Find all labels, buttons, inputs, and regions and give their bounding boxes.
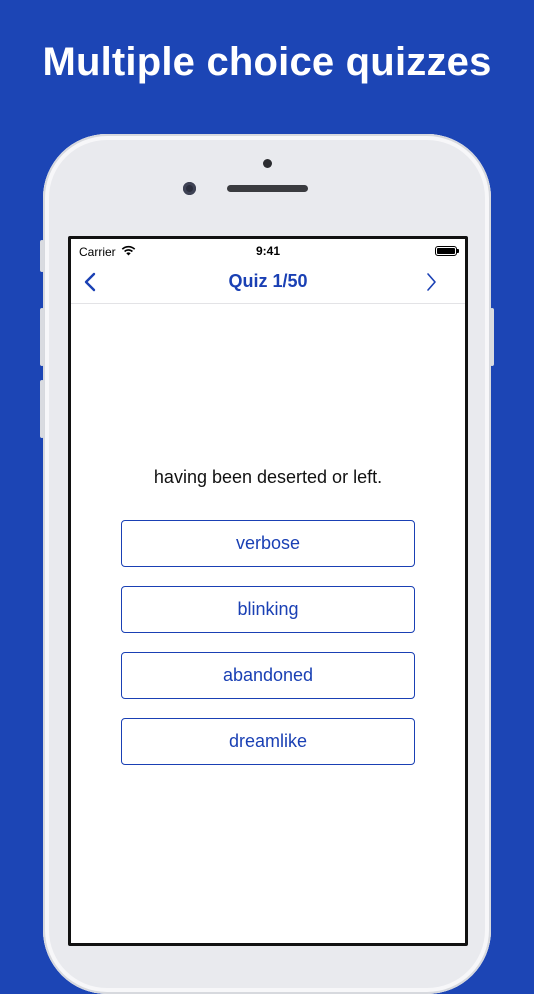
phone-mute-switch — [40, 240, 44, 272]
headline: Multiple choice quizzes — [42, 40, 492, 84]
status-time: 9:41 — [255, 244, 281, 258]
quiz-question: having been deserted or left. — [153, 467, 383, 487]
answer-button[interactable]: abandoned — [121, 652, 415, 699]
quiz-title: Quiz 1/50 — [228, 271, 308, 291]
phone-camera — [183, 182, 196, 195]
phone-screen: Carrier 9:41 Quiz 1/50 having been deser… — [68, 236, 468, 946]
phone-sensor — [263, 159, 272, 168]
answer-button[interactable]: verbose — [121, 520, 415, 567]
phone-speaker — [227, 185, 308, 192]
status-bar: Carrier 9:41 — [71, 239, 465, 261]
answer-button[interactable]: blinking — [121, 586, 415, 633]
chevron-right-icon[interactable] — [419, 270, 443, 294]
navigation-bar: Quiz 1/50 — [71, 261, 465, 304]
phone-volume-up — [40, 308, 44, 366]
phone-power-button — [490, 308, 494, 366]
answer-button[interactable]: dreamlike — [121, 718, 415, 765]
answer-list: verbose blinking abandoned dreamlike — [121, 520, 415, 784]
battery-icon — [435, 246, 459, 256]
phone-volume-down — [40, 380, 44, 438]
